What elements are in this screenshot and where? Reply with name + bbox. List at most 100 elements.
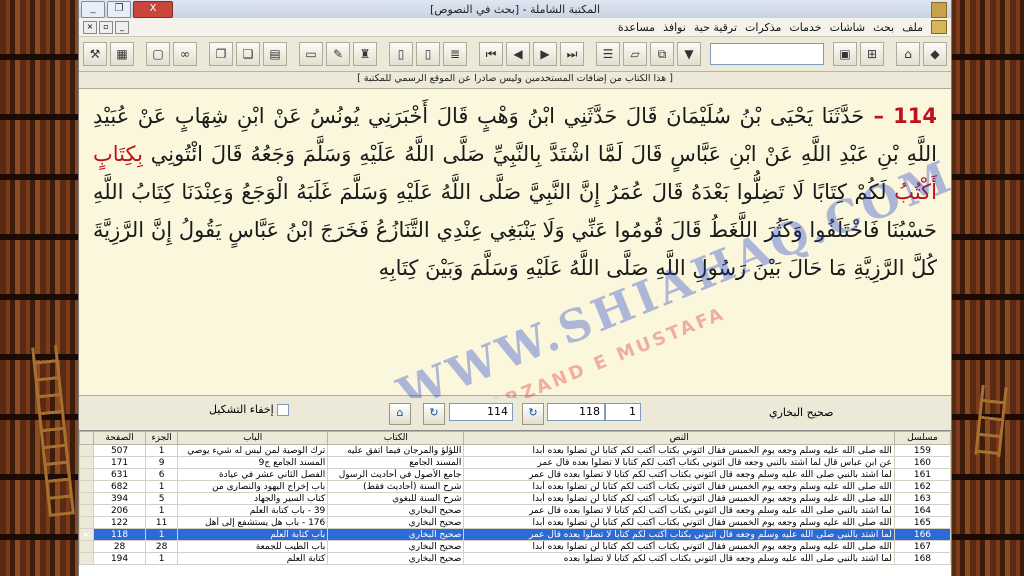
table-row[interactable]: 28 28 باب الطيب للجمعة صحيح البخاري الله صلى… bbox=[79, 540, 951, 553]
open-folder-icon[interactable]: ▱ bbox=[623, 42, 647, 66]
table-row[interactable]: 507 1 ترك الوصية لمن ليس له شيء يوصي اللؤلؤ… bbox=[79, 444, 951, 457]
row-header: ▸ bbox=[79, 528, 95, 541]
table-row[interactable]: ▸ 118 1 باب كتابة العلم صحيح البخاري لما اشتد… bbox=[79, 528, 951, 541]
prev-page-icon[interactable]: ◀ bbox=[506, 42, 530, 66]
menu-file[interactable]: ملف bbox=[898, 21, 927, 34]
bookmark-icon[interactable]: ▼ bbox=[677, 42, 701, 66]
minimize-button[interactable]: _ bbox=[81, 1, 105, 18]
hadith-number: 114 bbox=[893, 104, 938, 128]
search-input[interactable] bbox=[710, 43, 824, 65]
menu-screens[interactable]: شاشات bbox=[826, 21, 870, 34]
toolbar: ⚒ ▦ ▢ ∞ ❐ ❏ ▤ ▭ ✎ ♜ ▯ ▯ ≣ ⏮ ◀ ▶ ⏭ ☰ ▱ ⧉ … bbox=[79, 37, 951, 72]
cell-serial: 166 bbox=[893, 528, 951, 541]
go-page-button[interactable]: ↻ bbox=[522, 403, 544, 425]
cell-text: لما اشتد بالنبي صلى الله عليه وسلم وجعه … bbox=[463, 504, 895, 517]
new-folder-icon[interactable]: ▣ bbox=[833, 42, 857, 66]
cell-serial: 162 bbox=[893, 480, 951, 493]
checkbox-box[interactable] bbox=[276, 403, 289, 416]
table-row[interactable]: 682 1 باب إخراج اليهود والنصارى من شرح السن… bbox=[79, 480, 951, 493]
book-left-icon[interactable]: ▯ bbox=[389, 42, 413, 66]
tools-icon[interactable]: ⚒ bbox=[83, 42, 107, 66]
cell-part: 28 bbox=[145, 540, 179, 553]
cell-chapter: الفصل الثاني عشر في عيادة bbox=[177, 468, 329, 481]
cell-serial: 161 bbox=[893, 468, 951, 481]
cell-chapter: 176 - باب هل يستشفع إلى أهل bbox=[177, 516, 329, 529]
col-header-part[interactable]: الجزء bbox=[145, 431, 179, 445]
row-header bbox=[79, 504, 95, 517]
binoculars-icon[interactable]: ∞ bbox=[173, 42, 197, 66]
folder-icon[interactable]: ▭ bbox=[299, 42, 323, 66]
open-book-icon[interactable]: ⌂ bbox=[896, 42, 920, 66]
cell-page: 206 bbox=[93, 504, 147, 517]
book-open-icon[interactable]: ⧉ bbox=[650, 42, 674, 66]
table-row[interactable]: 171 9 المسند الجامع ج9 المسند الجامع عن ابن … bbox=[79, 456, 951, 469]
library-icon[interactable]: ◆ bbox=[923, 42, 947, 66]
col-header-chapter[interactable]: الباب bbox=[177, 431, 329, 445]
cell-page: 507 bbox=[93, 444, 147, 457]
cell-chapter: باب كتابة العلم bbox=[177, 528, 329, 541]
cell-part: 1 bbox=[145, 528, 179, 541]
table-row[interactable]: 122 11 176 - باب هل يستشفع إلى أهل صحيح الب… bbox=[79, 516, 951, 529]
cell-text: لما اشتد بالنبي صلى الله عليه وسلم وجعه … bbox=[463, 552, 895, 565]
cell-text: الله صلى الله عليه وسلم وجعه يوم الخميس … bbox=[463, 480, 895, 493]
table-row[interactable]: 631 6 الفصل الثاني عشر في عيادة جامع الأصول… bbox=[79, 468, 951, 481]
new-page-icon[interactable]: ▢ bbox=[146, 42, 170, 66]
list-icon[interactable]: ≣ bbox=[443, 42, 467, 66]
cell-chapter: باب الطيب للجمعة bbox=[177, 540, 329, 553]
cell-page: 682 bbox=[93, 480, 147, 493]
close-button[interactable]: X bbox=[133, 1, 173, 18]
paste-icon[interactable]: ❏ bbox=[236, 42, 260, 66]
copy-icon[interactable]: ❐ bbox=[209, 42, 233, 66]
menu-live-update[interactable]: ترقية حية bbox=[690, 21, 741, 34]
child-restore-icon[interactable]: ▫ bbox=[99, 20, 113, 34]
cell-page: 394 bbox=[93, 492, 147, 505]
cell-book: صحيح البخاري bbox=[327, 528, 465, 541]
table-row[interactable]: 394 5 كتاب السير والجهاد شرح السنة للبغوي ال… bbox=[79, 492, 951, 505]
tree-icon[interactable]: ⊞ bbox=[860, 42, 884, 66]
book-open-icon[interactable]: ⌂ bbox=[389, 403, 411, 425]
table-row[interactable]: 194 1 كتابة العلم صحيح البخاري لما اشتد بالن… bbox=[79, 552, 951, 565]
cell-chapter: باب إخراج اليهود والنصارى من bbox=[177, 480, 329, 493]
hide-diacritics-checkbox[interactable]: إخفاء التشكيل bbox=[209, 403, 289, 416]
book-right-icon[interactable]: ▯ bbox=[416, 42, 440, 66]
hadith-text-pane[interactable]: 114 – حَدَّثَنَا يَحْيَى بْنُ سُلَيْمَان… bbox=[79, 88, 951, 396]
cell-serial: 165 bbox=[893, 516, 951, 529]
cell-book: شرح السنة للبغوي bbox=[327, 492, 465, 505]
cell-part: 1 bbox=[145, 444, 179, 457]
page-number-field[interactable]: 118 bbox=[547, 403, 605, 421]
hadith-number-field[interactable]: 114 bbox=[449, 403, 513, 421]
cell-serial: 164 bbox=[893, 504, 951, 517]
col-header-serial[interactable]: مسلسل bbox=[893, 431, 951, 445]
col-header-text[interactable]: النص bbox=[463, 431, 895, 445]
window-title: المكتبة الشاملة - [بحث في النصوص] bbox=[429, 2, 601, 16]
stamp-icon[interactable]: ♜ bbox=[353, 42, 377, 66]
menu-search[interactable]: بحث bbox=[869, 21, 898, 34]
part-number-field[interactable]: 1 bbox=[605, 403, 641, 421]
cell-book: المسند الجامع bbox=[327, 456, 465, 469]
table-row[interactable]: 206 1 39 - باب كتابة العلم صحيح البخاري لما … bbox=[79, 504, 951, 517]
col-header-page[interactable]: الصفحة bbox=[93, 431, 147, 445]
menu-services[interactable]: خدمات bbox=[785, 21, 825, 34]
calculator-icon[interactable]: ▦ bbox=[110, 42, 134, 66]
menu-help[interactable]: مساعدة bbox=[614, 21, 659, 34]
cell-text: لما اشتد بالنبي صلى الله عليه وسلم وجعه … bbox=[463, 468, 895, 481]
child-close-icon[interactable]: × bbox=[83, 20, 97, 34]
table-header-row: الصفحة الجزء الباب الكتاب النص مسلسل bbox=[79, 431, 951, 445]
next-page-icon[interactable]: ▶ bbox=[533, 42, 557, 66]
cell-serial: 159 bbox=[893, 444, 951, 457]
book-notice: [ هذا الكتاب من إضافات المستخدمين وليس ص… bbox=[79, 72, 951, 86]
col-header-book[interactable]: الكتاب bbox=[327, 431, 465, 445]
document-icon[interactable]: ▤ bbox=[263, 42, 287, 66]
cell-book: جامع الأصول في أحاديث الرسول bbox=[327, 468, 465, 481]
app-icon bbox=[931, 2, 947, 18]
menu-windows[interactable]: نوافذ bbox=[659, 21, 690, 34]
cell-serial: 160 bbox=[893, 456, 951, 469]
go-hadith-button[interactable]: ↻ bbox=[423, 403, 445, 425]
first-page-icon[interactable]: ⏮ bbox=[479, 42, 503, 66]
index-icon[interactable]: ☰ bbox=[596, 42, 620, 66]
child-minimize-icon[interactable]: _ bbox=[115, 20, 129, 34]
menu-notes[interactable]: مذكرات bbox=[741, 21, 785, 34]
pencil-icon[interactable]: ✎ bbox=[326, 42, 350, 66]
restore-button[interactable]: ❐ bbox=[107, 1, 131, 18]
last-page-icon[interactable]: ⏭ bbox=[560, 42, 584, 66]
